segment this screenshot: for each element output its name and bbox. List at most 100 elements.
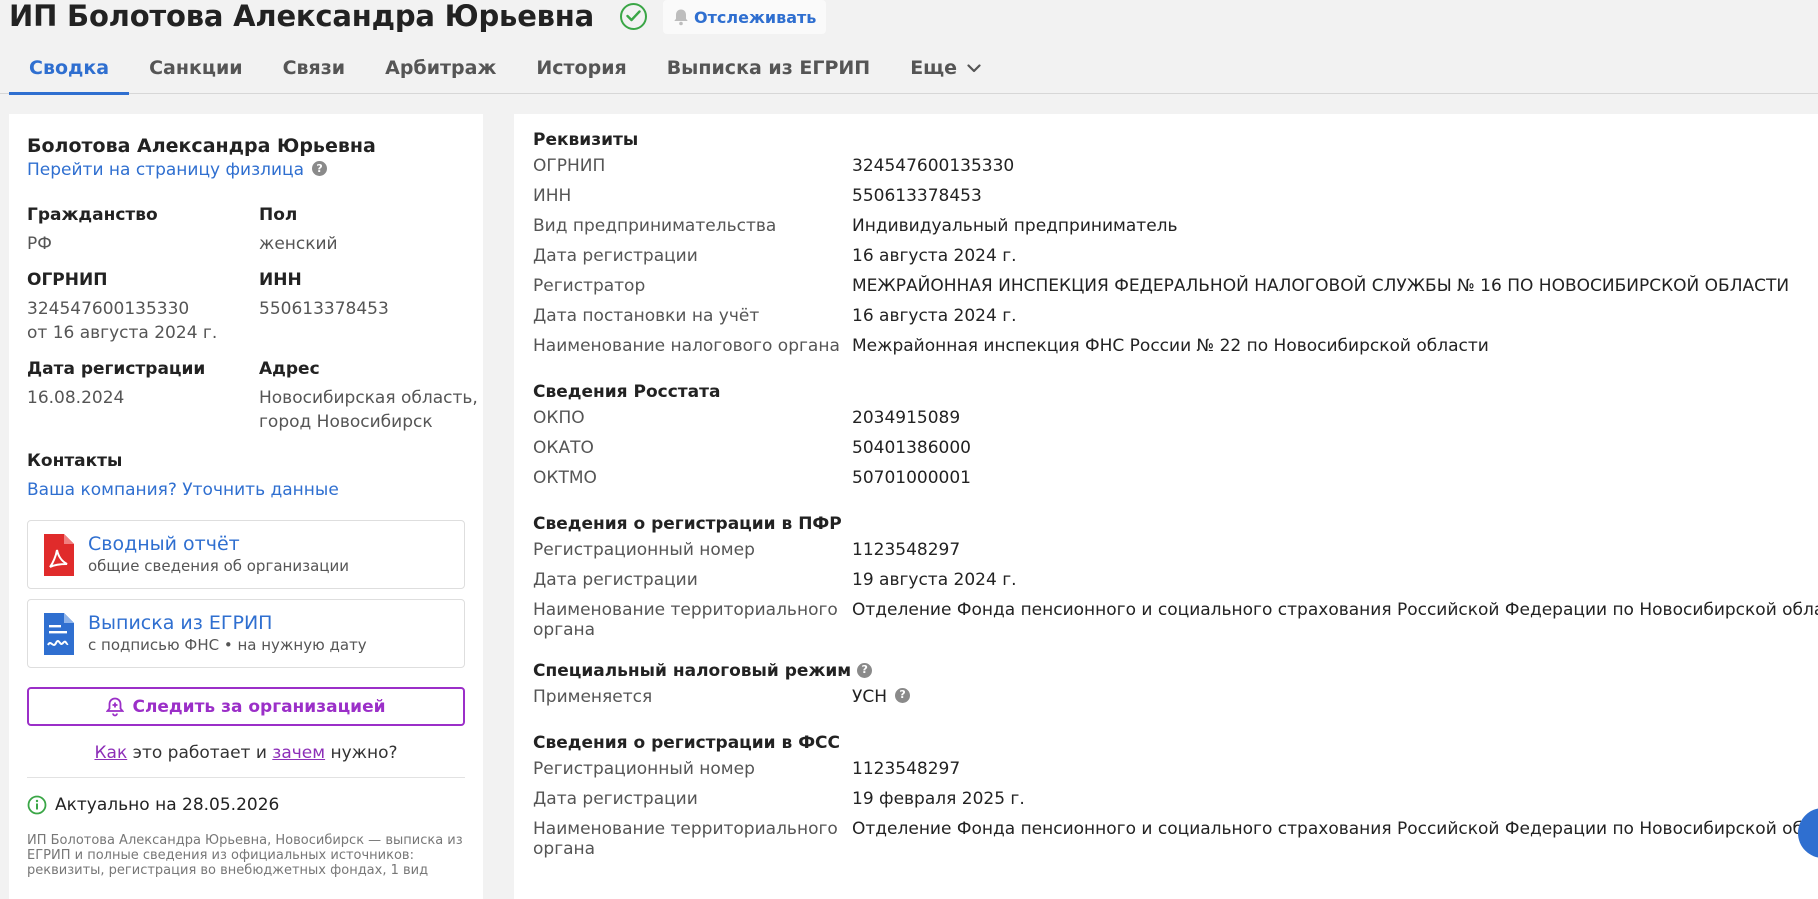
detail-value: 19 августа 2024 г. <box>852 570 1017 590</box>
section-title: Сведения о регистрации в ФСС <box>533 732 1818 754</box>
detail-row: Наименование территориального органа Отде… <box>533 814 1818 859</box>
detail-value-text: 324547600135330 <box>852 156 1015 176</box>
tab-label: Еще <box>910 57 958 79</box>
divider <box>27 777 465 778</box>
detail-value-text: 19 августа 2024 г. <box>852 570 1017 590</box>
how-text: это работает и <box>127 743 273 763</box>
detail-key: ОГРНИП <box>533 156 606 176</box>
detail-key: Наименование налогового органа <box>533 336 840 356</box>
section-rosstat: Сведения Росстата ОКПО 2034915089 ОКАТО 5040… <box>533 381 1818 493</box>
detail-value-text: МЕЖРАЙОННАЯ ИНСПЕКЦИЯ ФЕДЕРАЛЬНОЙ НАЛОГО… <box>852 276 1790 296</box>
gender-label: Пол <box>259 205 298 225</box>
info-icon <box>27 795 47 815</box>
tab-connections[interactable]: Связи <box>263 42 366 94</box>
actual-date: Актуально на 28.05.2026 <box>27 795 465 815</box>
ogrnip-number: 324547600135330 <box>27 299 190 319</box>
section-title: Специальный налоговый режим? <box>533 660 1818 682</box>
summary-card: Болотова Александра Юрьевна Перейти на с… <box>9 114 483 899</box>
detail-row: ОГРНИП 324547600135330 <box>533 151 1818 181</box>
detail-value: УСН? <box>852 687 911 707</box>
detail-value-text: 50401386000 <box>852 438 971 458</box>
detail-key: Применяется <box>533 687 653 707</box>
detail-key: Регистрационный номер <box>533 540 755 560</box>
section-requisites: Реквизиты ОГРНИП 324547600135330 ИНН 5506133… <box>533 129 1818 361</box>
help-icon[interactable]: ? <box>312 161 328 176</box>
detail-row: Вид предпринимательства Индивидуальный пр… <box>533 211 1818 241</box>
why-link[interactable]: зачем <box>272 743 325 763</box>
section-title-text: Сведения Росстата <box>533 382 721 402</box>
section-title-text: Сведения о регистрации в ФСС <box>533 733 841 753</box>
person-page-link[interactable]: Перейти на страницу физлица <box>27 160 304 180</box>
detail-row: ОКАТО 50401386000 <box>533 433 1818 463</box>
ogrnip-value: 324547600135330 от 16 августа 2024 г. <box>27 297 259 345</box>
detail-value: 16 августа 2024 г. <box>852 246 1017 266</box>
summary-grid: Гражданство РФ Пол женский ОГРНИП 324547… <box>27 204 478 434</box>
signed-document-icon <box>44 612 74 655</box>
tab-label: Связи <box>282 57 346 79</box>
follow-button-label: Следить за организацией <box>132 696 386 717</box>
help-icon[interactable]: ? <box>895 687 911 703</box>
section-pfr: Сведения о регистрации в ПФР Регистрацион… <box>533 513 1818 640</box>
detail-value-text: 50701000001 <box>852 468 971 488</box>
tab-more[interactable]: Еще <box>890 42 1001 94</box>
detail-key: ОКПО <box>533 408 585 428</box>
section-title: Сведения о регистрации в ПФР <box>533 513 1818 535</box>
detail-value: Межрайонная инспекция ФНС России № 22 по… <box>852 336 1489 356</box>
detail-value: 1123548297 <box>852 759 960 779</box>
detail-key: Дата регистрации <box>533 789 698 809</box>
detail-row: Дата регистрации 19 августа 2024 г. <box>533 565 1818 595</box>
person-name: Болотова Александра Юрьевна <box>27 135 376 157</box>
detail-row: Регистратор МЕЖРАЙОННАЯ ИНСПЕКЦИЯ ФЕДЕРАЛ… <box>533 271 1818 301</box>
detail-value: 324547600135330 <box>852 156 1014 176</box>
tab-label: История <box>536 57 627 79</box>
how-link[interactable]: Как <box>94 743 127 763</box>
detail-value: Индивидуальный предприниматель <box>852 216 1178 236</box>
detail-value-text: 1123548297 <box>852 540 961 560</box>
tab-summary[interactable]: Сводка <box>9 42 130 95</box>
pdf-icon <box>44 533 74 576</box>
citizenship-value: РФ <box>27 234 52 254</box>
follow-organization-button[interactable]: Следить за организацией <box>27 687 465 726</box>
detail-row: ОКПО 2034915089 <box>533 403 1818 433</box>
detail-key: Наименование территориального органа <box>533 819 838 859</box>
detail-row: Дата регистрации 19 февраля 2025 г. <box>533 784 1818 814</box>
detail-value-text: Индивидуальный предприниматель <box>852 216 1178 236</box>
tab-label: Санкции <box>149 57 243 79</box>
details-card: Реквизиты ОГРНИП 324547600135330 ИНН 5506133… <box>514 114 1818 899</box>
verified-check-icon <box>620 2 648 30</box>
detail-row: ОКТМО 50701000001 <box>533 463 1818 493</box>
detail-value: 50701000001 <box>852 468 971 488</box>
section-title-text: Реквизиты <box>533 130 639 150</box>
section-title: Сведения Росстата <box>533 381 1818 403</box>
section-title-text: Специальный налоговый режим <box>533 661 852 681</box>
section-title-text: Сведения о регистрации в ПФР <box>533 514 842 534</box>
ogrnip-label: ОГРНИП <box>27 270 108 290</box>
egrip-extract-card[interactable]: Выписка из ЕГРИП с подписью ФНС • на нуж… <box>27 599 465 668</box>
summary-report-card[interactable]: Сводный отчёт общие сведения об организа… <box>27 520 465 589</box>
tab-history[interactable]: История <box>516 42 646 94</box>
tab-label: Сводка <box>29 57 110 79</box>
inn-value: 550613378453 <box>259 299 389 319</box>
tab-egrip-extract[interactable]: Выписка из ЕГРИП <box>647 42 890 94</box>
citizenship-label: Гражданство <box>27 205 158 225</box>
track-button[interactable]: Отслеживать <box>663 0 827 34</box>
how-it-works: Как это работает и зачем нужно? <box>27 743 465 763</box>
detail-row: Регистрационный номер 1123548297 <box>533 754 1818 784</box>
bell-plus-icon <box>106 697 125 717</box>
help-icon[interactable]: ? <box>857 662 873 678</box>
how-text: нужно? <box>325 743 398 763</box>
detail-value-text: Отделение Фонда пенсионного и социальног… <box>852 819 1818 839</box>
detail-row: ИНН 550613378453 <box>533 181 1818 211</box>
address-line: город Новосибирск <box>259 412 433 432</box>
section-tax-regime: Специальный налоговый режим? Применяется У… <box>533 660 1818 712</box>
detail-key: Дата регистрации <box>533 570 698 590</box>
clarify-data-link[interactable]: Ваша компания? Уточнить данные <box>27 480 339 500</box>
tab-arbitration[interactable]: Арбитраж <box>365 42 516 94</box>
detail-value-text: 550613378453 <box>852 186 982 206</box>
detail-key: Дата регистрации <box>533 246 698 266</box>
contacts-label: Контакты <box>27 451 123 471</box>
tab-label: Арбитраж <box>385 57 497 79</box>
actual-date-text: Актуально на 28.05.2026 <box>55 795 280 815</box>
detail-row: Дата постановки на учёт 16 августа 2024 г… <box>533 301 1818 331</box>
tab-sanctions[interactable]: Санкции <box>129 42 263 94</box>
